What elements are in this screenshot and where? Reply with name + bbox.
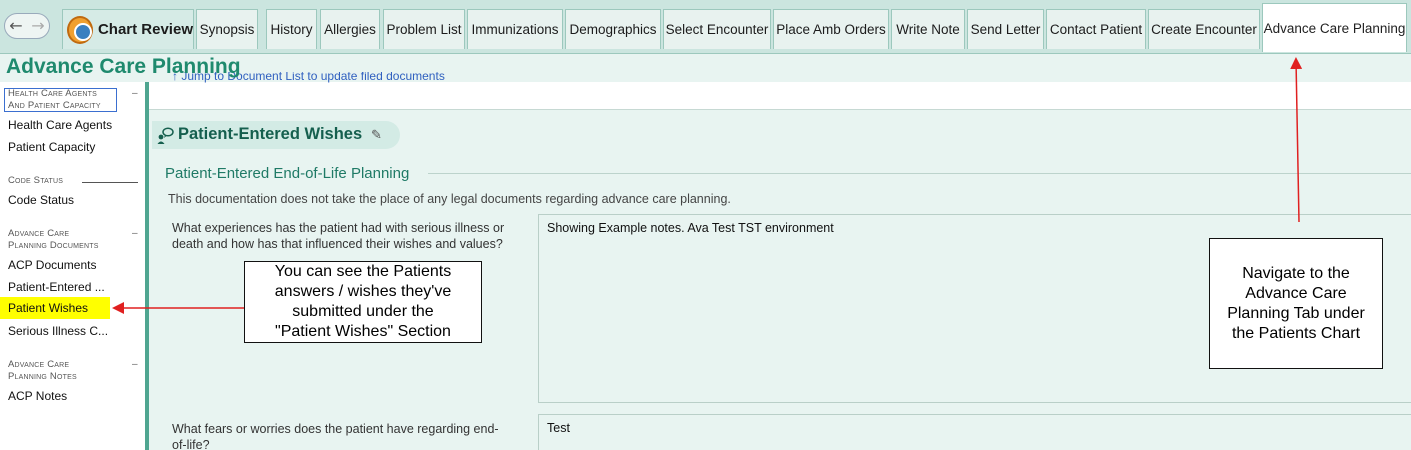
tab-immunizations[interactable]: Immunizations: [467, 9, 563, 49]
callout-patient-wishes: You can see the Patients answers / wishe…: [244, 261, 482, 343]
forward-arrow-icon[interactable]: →: [31, 18, 44, 34]
tab-label: Select Encounter: [665, 22, 769, 37]
tab-advance-care-planning[interactable]: Advance Care Planning: [1262, 3, 1407, 52]
tab-label: History: [270, 22, 313, 37]
callout-line: Advance Care: [1245, 284, 1347, 302]
answer-text: Showing Example notes. Ava Test TST envi…: [547, 221, 834, 235]
callout-line: Planning Tab under: [1227, 304, 1365, 322]
page-title: Advance Care Planning: [6, 55, 241, 78]
tab-synopsis[interactable]: Synopsis: [196, 9, 258, 49]
answer-text: Test: [547, 421, 570, 435]
sidebar-divider: [145, 82, 149, 450]
collapse-toggle-icon[interactable]: –: [132, 359, 138, 370]
question-label: What experiences has the patient had wit…: [172, 220, 532, 252]
callout-line: submitted under the: [292, 303, 434, 320]
tab-create-encounter[interactable]: Create Encounter: [1148, 9, 1260, 49]
callout-line: answers / wishes they've: [274, 283, 452, 300]
sidebar-section-acp-notes[interactable]: Advance Care Planning Notes: [8, 359, 77, 383]
history-nav-buttons[interactable]: ← →: [4, 13, 50, 39]
tab-send-letter[interactable]: Send Letter: [967, 9, 1044, 49]
callout-navigate-acp-tab: Navigate to the Advance Care Planning Ta…: [1209, 238, 1383, 369]
section-title-line: And Patient Capacity: [8, 100, 101, 111]
section-divider: [82, 182, 138, 183]
tab-label: Contact Patient: [1049, 22, 1143, 37]
sidebar-section-code-status[interactable]: Code Status: [8, 175, 63, 187]
sidebar-item-acp-notes[interactable]: ACP Notes: [8, 389, 67, 403]
question-line: What fears or worries does the patient h…: [172, 422, 499, 436]
tab-problem-list[interactable]: Problem List: [383, 9, 465, 49]
section-title: Patient-Entered Wishes: [178, 125, 363, 143]
subsection-title: Patient-Entered End-of-Life Planning: [165, 165, 410, 182]
tab-place-amb-orders[interactable]: Place Amb Orders: [773, 9, 889, 49]
collapse-toggle-icon[interactable]: –: [132, 88, 138, 99]
tab-label: Advance Care Planning: [1263, 20, 1406, 36]
sidebar-item-patient-wishes[interactable]: Patient Wishes: [0, 297, 110, 319]
tab-contact-patient[interactable]: Contact Patient: [1046, 9, 1146, 49]
sidebar-item-patient-capacity[interactable]: Patient Capacity: [8, 140, 95, 154]
subsection-divider: [428, 173, 1411, 174]
sidebar-item-acp-documents[interactable]: ACP Documents: [8, 258, 96, 272]
patient-speech-icon: [157, 127, 174, 144]
tab-label: Immunizations: [471, 22, 559, 37]
section-title-line: Advance Care: [8, 359, 70, 370]
back-arrow-icon[interactable]: ←: [9, 18, 22, 34]
tab-label: Create Encounter: [1151, 22, 1257, 37]
legal-disclaimer: This documentation does not take the pla…: [168, 192, 731, 206]
tab-allergies[interactable]: Allergies: [320, 9, 380, 49]
section-title-line: Planning Notes: [8, 371, 77, 382]
sidebar-item-patient-entered[interactable]: Patient-Entered ...: [8, 280, 105, 294]
section-title-line: Advance Care: [8, 228, 70, 239]
collapse-toggle-icon[interactable]: –: [132, 228, 138, 239]
question-line: What experiences has the patient had wit…: [172, 221, 505, 235]
question-line: death and how has that influenced their …: [172, 237, 503, 251]
question-label: What fears or worries does the patient h…: [172, 421, 532, 450]
callout-line: You can see the Patients: [274, 263, 452, 280]
callout-line: the Patients Chart: [1231, 324, 1361, 342]
sidebar-item-health-care-agents[interactable]: Health Care Agents: [8, 118, 112, 132]
tab-label: Problem List: [386, 22, 462, 37]
document-list-card: [149, 82, 1411, 110]
sidebar-section-acp-documents[interactable]: Advance Care Planning Documents: [8, 228, 99, 252]
callout-line: "Patient Wishes" Section: [275, 323, 451, 340]
tab-label: Allergies: [324, 22, 376, 37]
section-title-line: Code Status: [8, 175, 64, 186]
callout-line: Navigate to the: [1242, 264, 1350, 282]
tab-demographics[interactable]: Demographics: [565, 9, 661, 49]
question-line: of-life?: [172, 438, 210, 450]
tab-label: Send Letter: [970, 22, 1041, 37]
tab-write-note[interactable]: Write Note: [891, 9, 965, 49]
sidebar-section-health-care-agents[interactable]: Health Care Agents And Patient Capacity: [8, 88, 101, 112]
edit-pencil-icon[interactable]: ✎: [371, 127, 382, 143]
tab-chart-review[interactable]: Chart Review: [62, 9, 194, 49]
tab-label: Chart Review: [97, 21, 193, 38]
section-title-line: Health Care Agents: [8, 88, 97, 99]
tab-label: Synopsis: [199, 22, 255, 37]
app-logo-icon: [67, 15, 93, 44]
tab-label: Demographics: [569, 22, 657, 37]
sidebar-item-code-status[interactable]: Code Status: [8, 193, 74, 207]
tab-label: Write Note: [896, 22, 960, 37]
sidebar-item-serious-illness[interactable]: Serious Illness C...: [8, 324, 108, 338]
section-title-line: Planning Documents: [8, 240, 99, 251]
tab-select-encounter[interactable]: Select Encounter: [663, 9, 771, 49]
answer-field[interactable]: Test: [538, 414, 1411, 450]
tab-label: Place Amb Orders: [776, 22, 886, 37]
tab-history[interactable]: History: [266, 9, 317, 49]
